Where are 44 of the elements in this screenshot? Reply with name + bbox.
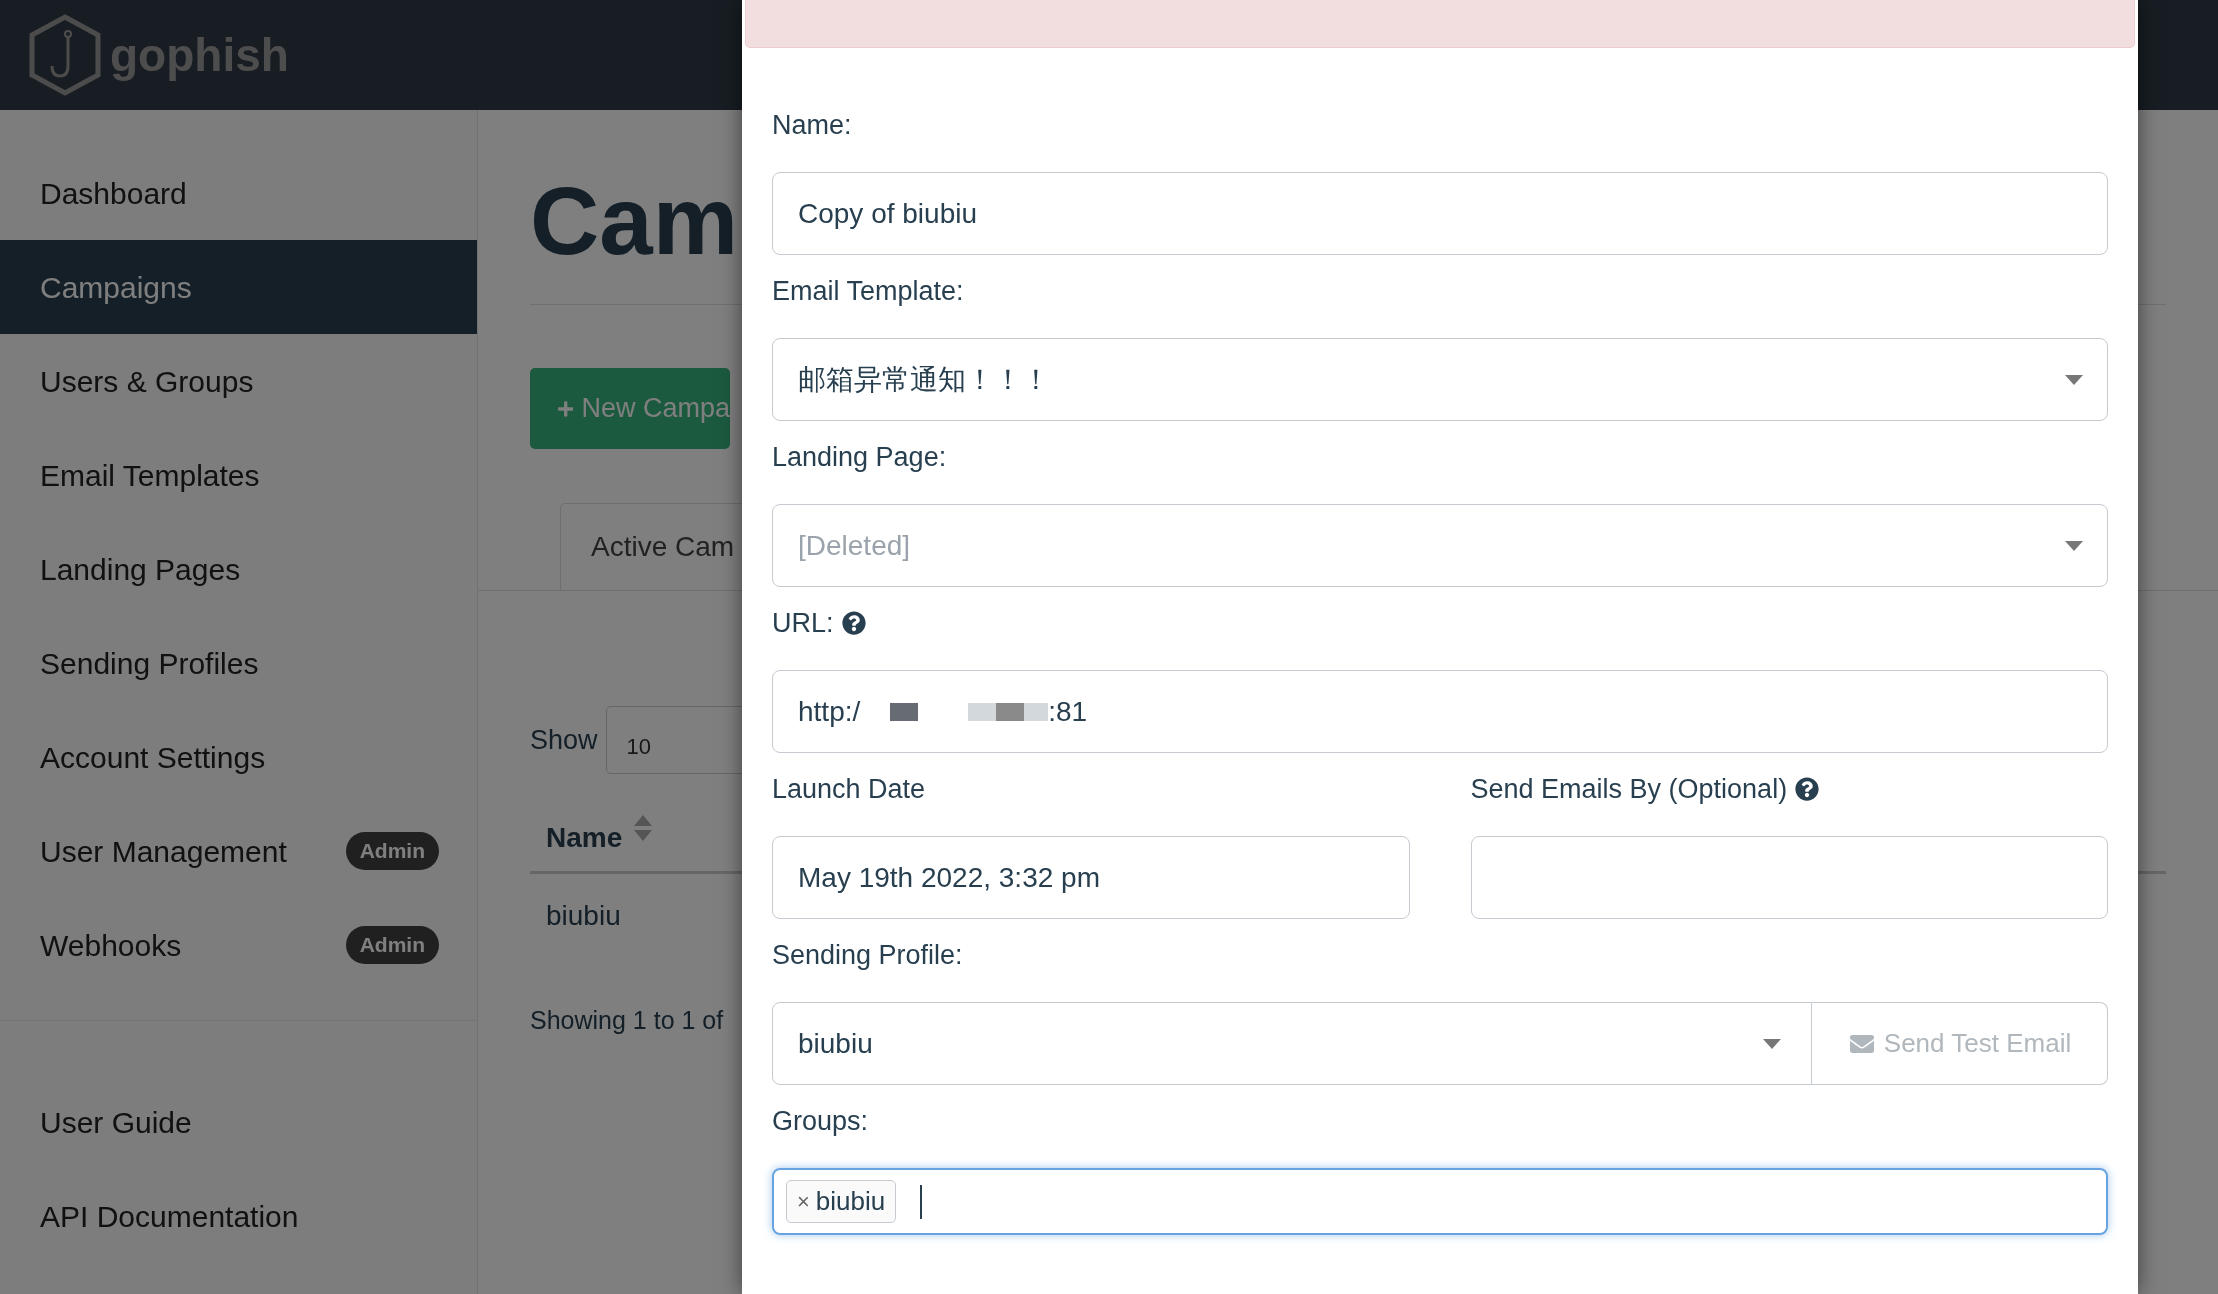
sidebar-item[interactable]: Account Settings — [0, 710, 477, 804]
field-label: Groups: — [772, 1104, 869, 1138]
admin-badge: Admin — [345, 926, 439, 964]
sidebar-item[interactable]: Email Templates — [0, 428, 477, 522]
help-icon[interactable] — [1795, 777, 1820, 801]
field-label: Email Template: — [772, 274, 964, 308]
sidebar-item[interactable]: Webhooks Admin — [0, 898, 477, 992]
admin-badge: Admin — [345, 832, 439, 870]
send-by-date-field[interactable] — [1470, 836, 2108, 919]
table-cell-text: biubiu — [546, 899, 621, 933]
tag-remove-button[interactable]: × — [797, 1185, 810, 1218]
sidebar-item[interactable]: Users & Groups — [0, 334, 477, 428]
field-label: Send Emails By (Optional) — [1470, 772, 1788, 806]
field-label: Landing Page: — [772, 440, 947, 474]
sending-profile-select[interactable]: biubiu — [772, 1002, 1812, 1085]
name-input-field[interactable]: Copy of biubiu — [772, 172, 2108, 255]
field-label: URL: — [772, 606, 834, 640]
groups-field[interactable]: × biubiu — [772, 1168, 2108, 1235]
help-icon[interactable] — [841, 611, 866, 635]
text-cursor — [920, 1184, 923, 1219]
field-label: Sending Profile: — [772, 938, 963, 972]
hexagon-hook-logo-icon[interactable] — [28, 14, 102, 96]
dropdown-caret-icon — [2065, 540, 2083, 551]
table-info-text: Showing 1 to 1 of — [530, 1006, 724, 1034]
sidebar-link[interactable]: User Guide — [0, 1075, 477, 1169]
dropdown-caret-icon — [2065, 374, 2083, 385]
sidebar-item[interactable]: User Management Admin — [0, 804, 477, 898]
url-input-field[interactable]: http:/ :81 — [772, 670, 2108, 753]
sidebar-item[interactable]: Campaigns — [0, 240, 477, 334]
sidebar-item[interactable]: Sending Profiles — [0, 616, 477, 710]
page-title: Cam — [530, 173, 739, 269]
launch-date-field[interactable]: May 19th 2022, 3:32 pm — [772, 836, 1410, 919]
show-label: Show — [530, 723, 598, 757]
redacted-block — [890, 702, 919, 721]
dropdown-caret-icon — [1763, 1038, 1781, 1049]
field-label: Name: — [772, 108, 852, 142]
sidebar-link[interactable]: API Documentation — [0, 1169, 477, 1263]
sort-icon[interactable] — [634, 814, 653, 841]
sidebar-item[interactable]: Dashboard — [0, 146, 477, 240]
sidebar-item[interactable]: Landing Pages — [0, 522, 477, 616]
group-tag[interactable]: × biubiu — [786, 1180, 897, 1223]
column-header[interactable]: Name — [546, 816, 623, 859]
email-template-select[interactable]: 邮箱异常通知！！！ — [772, 338, 2108, 421]
field-label: Launch Date — [772, 772, 926, 806]
